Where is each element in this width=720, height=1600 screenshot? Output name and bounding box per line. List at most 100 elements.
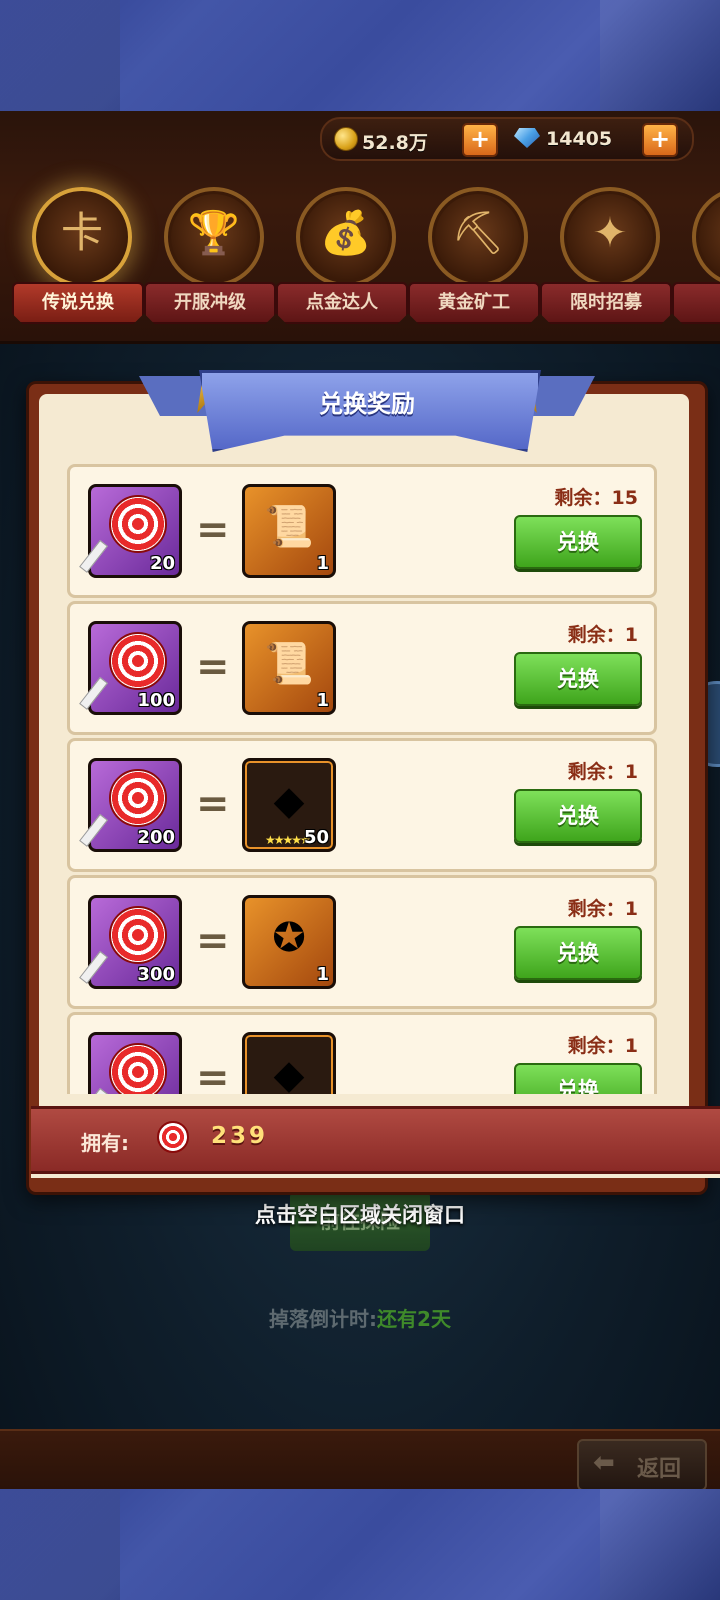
equals-sign: = [196,1055,230,1094]
top-bar: 52.8万 + 14405 + 卡传说兑换 🏆 开服冲级 💰 点金达人 ⛏ 黄金矿工 ✦ 限时招… [0,111,720,344]
event-tab-label: 黄金矿工 [408,282,540,324]
reward-item-slot[interactable]: ◆ ★★★★★ 50 [242,758,336,852]
add-gold-button[interactable]: + [462,123,498,157]
currency-bar: 52.8万 + 14405 + [320,117,694,161]
add-gems-button[interactable]: + [642,123,678,157]
remaining-count: 剩余：15 [555,483,638,510]
gem-icon [514,128,540,148]
lollipop-icon [109,906,167,964]
cost-amount: 20 [149,553,175,574]
owned-bar: 拥有: 239 [31,1106,720,1174]
game-screen: 52.8万 + 14405 + 卡传说兑换 🏆 开服冲级 💰 点金达人 ⛏ 黄金矿工 ✦ 限时招… [0,111,720,1489]
gold-amount: 52.8万 [362,132,428,154]
exchange-button[interactable]: 兑换 [514,652,642,706]
modal-banner: 兑换奖励 [139,370,595,452]
event-glyph: ⛏ [451,208,505,257]
reward-item-slot[interactable]: 📜 1 [242,621,336,715]
exchange-button[interactable]: 兑换 [514,926,642,980]
cost-amount: 200 [137,827,175,848]
countdown-value: 还有2天 [377,1307,451,1331]
cards-icon: 卡 [32,187,132,287]
owned-label: 拥有: [81,1131,129,1155]
event-glyph: 💰 [319,208,373,257]
modal-panel: 20 = 📜 1 剩余：15 兑换 100 = 📜 1 剩余：1 兑换 200 = ◆ ★★★★★ 50 剩余：1… [31,394,720,1176]
remaining-label: 剩余： [554,487,612,509]
remaining-count: 剩余：1 [568,757,638,784]
bezel-pattern [600,1489,720,1600]
lollipop-stick [79,539,108,573]
event-tab-label: 开服冲级 [144,282,276,324]
remaining-label: 剩余： [567,624,625,646]
remaining-value: 1 [624,898,638,920]
remaining-value: 15 [611,487,638,509]
star-rating: ★★★★★ [265,833,311,847]
back-button[interactable]: ⬅ 返回 [577,1439,707,1489]
exchange-row: 20 = 📜 1 剩余：15 兑换 [67,464,657,598]
event-tab[interactable]: 卡传说兑换 [12,187,144,327]
lollipop-icon [109,495,167,553]
exchange-button[interactable]: 兑换 [514,1063,642,1094]
exchange-button[interactable]: 兑换 [514,789,642,843]
remaining-label: 剩余： [567,761,625,783]
bezel-pattern [0,0,120,111]
event-tab-label: 传说兑换 [12,282,144,324]
cost-item-slot[interactable] [79,1032,182,1094]
exchange-row: 200 = ◆ ★★★★★ 50 剩余：1 兑换 [67,738,657,872]
lollipop-stick [79,950,108,984]
countdown-label: 掉落倒计时: [269,1307,378,1331]
back-arrow-icon: ⬅ [593,1448,615,1478]
event-tab[interactable]: 💰 点金达人 [276,187,408,327]
bezel-pattern [0,1489,120,1600]
remaining-label: 剩余： [567,1035,625,1057]
exchange-row: 100 = 📜 1 剩余：1 兑换 [67,601,657,735]
gem-amount: 14405 [546,128,613,150]
event-tab-label: 限时招募 [540,282,672,324]
remaining-value: 1 [624,1035,638,1057]
event-tab[interactable]: ⛏ 黄金矿工 [408,187,540,327]
exchange-button[interactable]: 兑换 [514,515,642,569]
exchange-row: 300 = ✪ 1 剩余：1 兑换 [67,875,657,1009]
lollipop-stick [79,813,108,847]
drop-countdown: 掉落倒计时:还有2天 [0,1303,720,1332]
remaining-value: 1 [624,761,638,783]
cost-item-slot[interactable]: 20 [79,484,182,578]
treasure-chest-icon: 💰 [296,187,396,287]
event-glyph [696,191,720,283]
winged-emblem-icon: ✦ [560,187,660,287]
top-bezel [0,0,720,111]
lollipop-stick [79,676,108,710]
reward-amount: 1 [316,964,329,985]
equals-sign: = [196,507,230,553]
lollipop-icon [109,1043,167,1094]
cost-item-slot[interactable]: 200 [79,758,182,852]
cost-amount: 300 [137,964,175,985]
event-tab[interactable]: 皮 [672,187,720,327]
reward-item-slot[interactable]: ✪ 1 [242,895,336,989]
equals-sign: = [196,918,230,964]
back-label: 返回 [637,1457,682,1482]
reward-item-slot[interactable]: 📜 1 [242,484,336,578]
reward-amount: 1 [316,690,329,711]
event-glyph: 卡 [60,208,103,257]
event-glyph: ✦ [592,208,628,257]
owned-amount: 239 [211,1123,269,1149]
remaining-count: 剩余：1 [568,620,638,647]
exchange-modal: 20 = 📜 1 剩余：15 兑换 100 = 📜 1 剩余：1 兑换 200 = ◆ ★★★★★ 50 剩余：1… [26,381,720,1195]
cost-item-slot[interactable]: 100 [79,621,182,715]
event-tab[interactable]: ✦ 限时招募 [540,187,672,327]
exchange-list[interactable]: 20 = 📜 1 剩余：15 兑换 100 = 📜 1 剩余：1 兑换 200 = ◆ ★★★★★ 50 剩余：1… [67,464,663,1094]
event-tab[interactable]: 🏆 开服冲级 [144,187,276,327]
lollipop-icon [157,1121,189,1153]
lollipop-icon [109,769,167,827]
reward-amount: 1 [316,553,329,574]
cost-item-slot[interactable]: 300 [79,895,182,989]
remaining-count: 剩余：1 [568,1031,638,1058]
cost-amount: 100 [137,690,175,711]
partial-tab-icon [692,187,720,287]
reward-amount: 50 [303,827,329,848]
lollipop-stick [79,1087,108,1094]
exchange-row: = ◆ 剩余：1 兑换 [67,1012,657,1094]
remaining-value: 1 [624,624,638,646]
reward-item-slot[interactable]: ◆ [242,1032,336,1094]
event-glyph: 🏆 [187,208,241,257]
